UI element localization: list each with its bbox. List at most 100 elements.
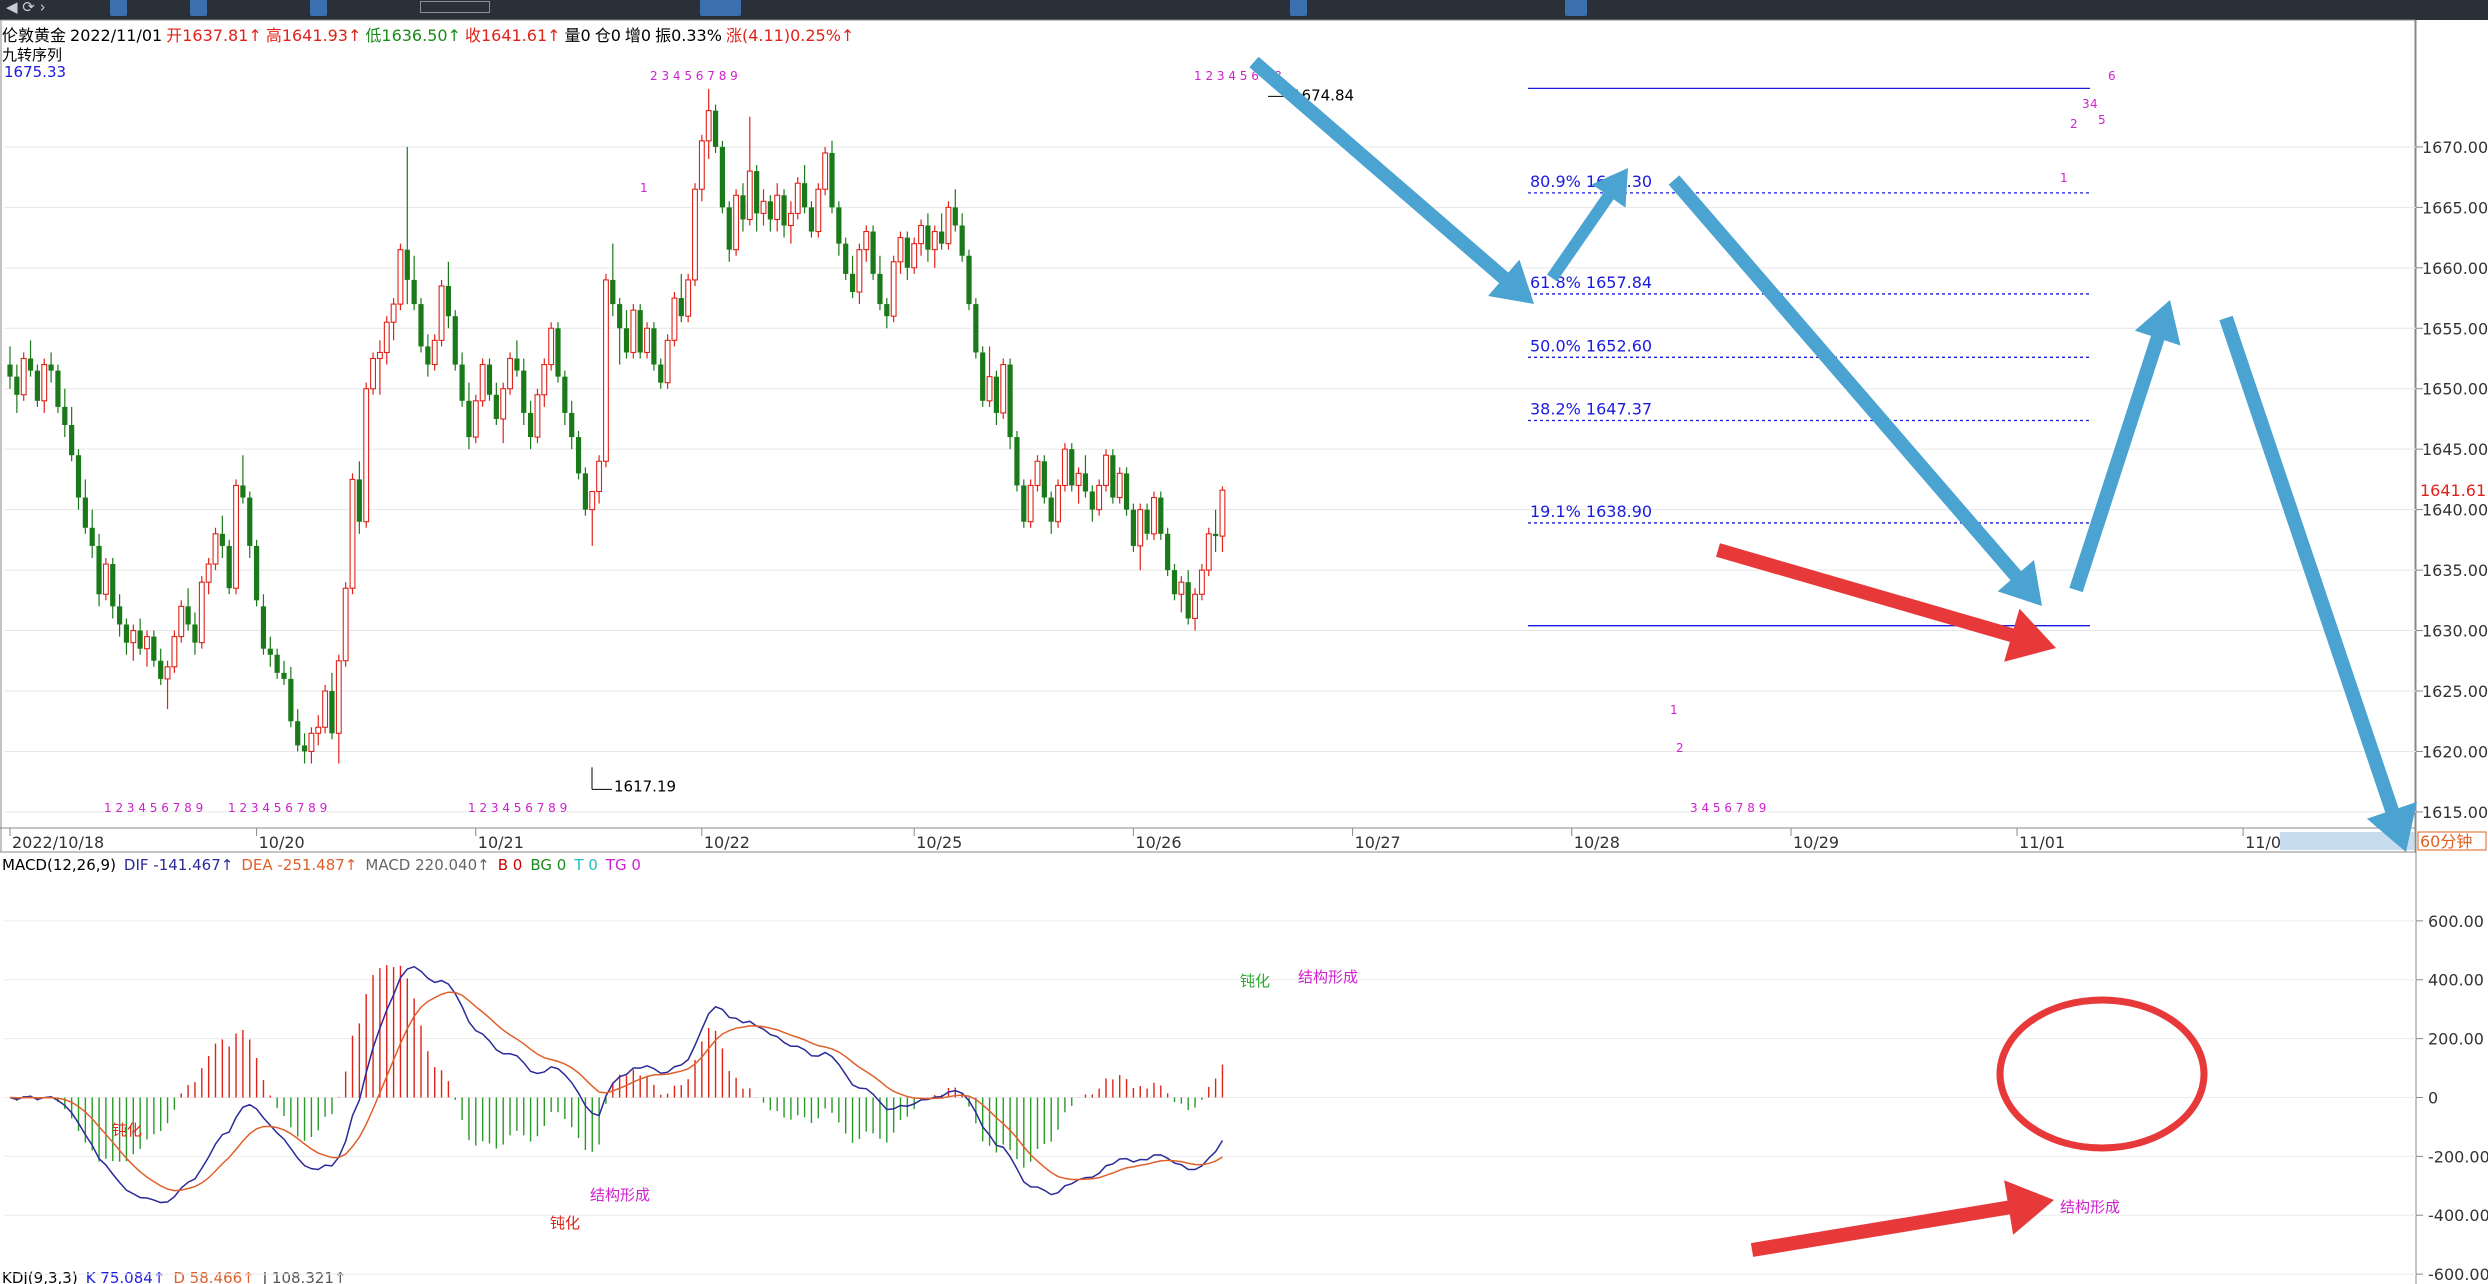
candle-body (1158, 497, 1164, 534)
candle-body (48, 364, 54, 371)
candle-body (20, 357, 27, 396)
candle-body (966, 255, 972, 305)
candle-body (41, 363, 48, 402)
macd-panel: 钝化钝化结构形成钝化 结构形成结构形成 (9, 965, 2120, 1232)
fib-label: 38.2% 1647.37 (1530, 400, 1652, 419)
candle-body (589, 490, 596, 511)
candle-body (1082, 473, 1089, 492)
candle-body (562, 376, 568, 413)
candle-body (7, 364, 13, 377)
candle-body (335, 660, 342, 734)
candle-body (1144, 509, 1150, 534)
candle-body (1137, 509, 1144, 547)
candle-body (178, 605, 185, 638)
candle-body (301, 745, 308, 752)
sequence-label: 4 (2090, 97, 2098, 111)
candle-body (75, 455, 82, 498)
x-date-label: 10/25 (916, 833, 962, 852)
candle-body (870, 231, 876, 274)
candle-body (685, 279, 692, 317)
candle-body (802, 183, 808, 208)
candle-body (89, 527, 95, 546)
fib-label: 19.1% 1638.90 (1530, 502, 1652, 521)
grid (0, 19, 2417, 1284)
blue-arrow-5 (2219, 315, 2417, 853)
candle-body (726, 207, 732, 250)
macd-tick-label: 0 (2428, 1088, 2438, 1107)
candle-body (404, 249, 410, 280)
candle-body (226, 545, 232, 589)
candle-body (1034, 460, 1041, 487)
candle-body (794, 182, 801, 214)
candle-body (267, 648, 273, 655)
candle-body (1192, 593, 1199, 620)
fib-label: 80.9% 1665.30 (1530, 172, 1652, 191)
candle-body (110, 564, 116, 607)
candle-body (144, 636, 150, 650)
candle-body (698, 140, 705, 190)
candle-body (425, 346, 431, 365)
candle-body (452, 316, 458, 365)
candle-body (240, 485, 246, 498)
candle-body (740, 195, 746, 220)
candle-body (541, 363, 548, 396)
sequence-label: 5 (2098, 113, 2106, 127)
dif-line (9, 965, 1224, 1204)
macd-annotation: 结构形成 (2060, 1198, 2120, 1216)
candle-body (137, 630, 143, 649)
candle-body (733, 194, 740, 251)
sequence-label: 1 (640, 181, 648, 195)
candle-body (472, 400, 479, 438)
x-date-label: 2022/10/18 (12, 833, 104, 852)
candle-body (1089, 491, 1095, 510)
price-chart[interactable]: 80.9% 1665.30 61.8% 1657.84 50.0% 1652.60 3… (0, 0, 2488, 1284)
candle-body (1213, 533, 1219, 537)
candle-body (1075, 472, 1082, 487)
candle-body (945, 206, 952, 245)
candle-body (1007, 364, 1013, 438)
candle-body (931, 230, 938, 251)
candle-body (507, 357, 513, 390)
candle-body (939, 231, 945, 244)
sequence-label: 2 (1676, 741, 1684, 755)
main-frame (0, 19, 2416, 853)
macd-tick-label: -400.00 (2428, 1206, 2488, 1225)
y-tick-label: 1670.00 (2422, 138, 2488, 157)
y-tick-label: 1660.00 (2422, 259, 2488, 278)
candle-body (808, 207, 815, 232)
annotations (1249, 56, 2417, 1257)
candle-body (308, 732, 315, 753)
candle-body (55, 370, 61, 407)
candle-body (719, 146, 725, 208)
sequence-label: 3 4 5 6 7 8 9 (1690, 801, 1766, 815)
candle-body (418, 304, 424, 347)
candle-body (1151, 496, 1157, 535)
candle-body (1219, 489, 1226, 537)
fib-levels: 80.9% 1665.30 61.8% 1657.84 50.0% 1652.60 3… (1528, 87, 2090, 627)
candle-body (1021, 485, 1027, 522)
candle-body (1103, 454, 1109, 487)
candle-body (678, 298, 684, 317)
candle-body (1000, 363, 1007, 414)
candle-body (1116, 472, 1123, 499)
y-tick-label: 1620.00 (2422, 742, 2488, 761)
candle-body (692, 188, 698, 281)
candle-body (781, 195, 787, 226)
y-tick-label: 1630.00 (2422, 622, 2488, 641)
candle-body (342, 587, 349, 662)
candle-body (849, 273, 856, 292)
candle-body (370, 357, 376, 390)
candle-body (383, 321, 390, 354)
x-date-label: 10/29 (1793, 833, 1839, 852)
macd-annotation: 钝化 (550, 1214, 580, 1232)
y-tick-label: 1635.00 (2422, 561, 2488, 580)
candle-body (1069, 449, 1075, 486)
candle-body (260, 606, 267, 649)
candle-body (431, 339, 438, 366)
sequence-label: 2 3 4 5 6 7 8 9 (650, 69, 738, 83)
candle-body (479, 363, 486, 402)
candle-body (575, 437, 582, 474)
y-tick-label: 1640.00 (2422, 501, 2488, 520)
sequence-label: 2 (2070, 117, 2078, 131)
candle-body (787, 212, 794, 227)
